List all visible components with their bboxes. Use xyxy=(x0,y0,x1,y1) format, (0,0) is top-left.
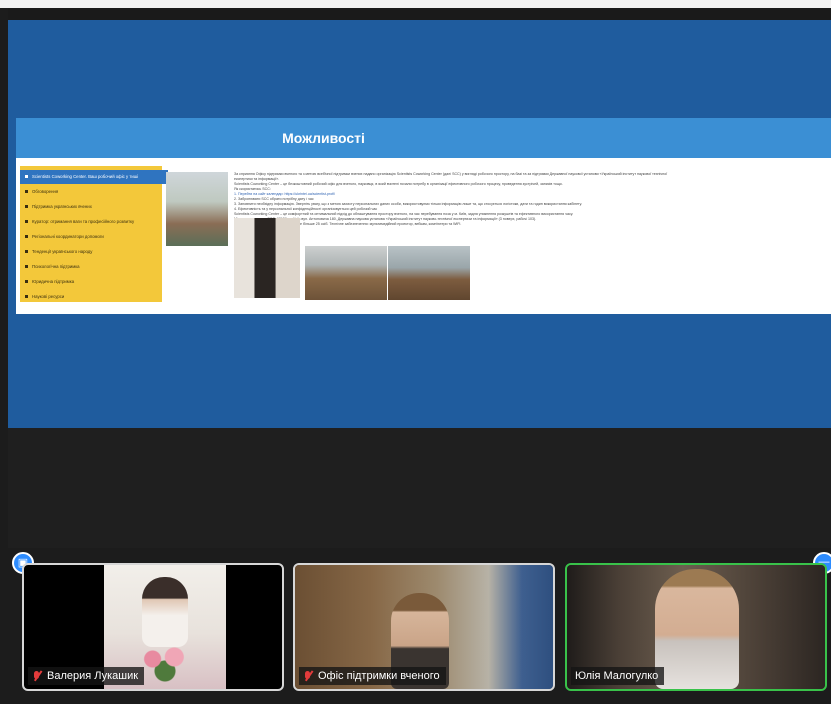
coworking-photo-door xyxy=(234,218,300,298)
muted-microphone-icon xyxy=(32,670,42,682)
bullet-icon xyxy=(25,220,28,223)
shared-screen-topbar xyxy=(8,8,831,20)
slide-menu: Scientists Coworking Center. Ваш робочий… xyxy=(20,166,168,304)
bullet-icon xyxy=(25,280,28,283)
participant-name: Юлія Малогулко xyxy=(575,670,659,682)
slide-menu-item: Тенденції українського народу xyxy=(20,245,162,259)
slide-menu-item: Підтримка українських вчених xyxy=(20,200,162,214)
presentation-slide: Можливості Scientists Coworking Center. … xyxy=(16,118,831,314)
participant-name: Валерия Лукашик xyxy=(47,670,139,682)
bullet-icon xyxy=(25,250,28,253)
slide-menu-item: Куратор: отримання ваги та професійного … xyxy=(20,215,162,229)
slide-menu-item: Scientists Coworking Center. Ваш робочий… xyxy=(20,170,168,184)
window-top-strip xyxy=(0,0,831,8)
bullet-icon xyxy=(25,265,28,268)
shared-screen: Можливості Scientists Coworking Center. … xyxy=(8,8,831,428)
muted-microphone-icon xyxy=(303,670,313,682)
slide-menu-item: Юридична підтримка xyxy=(20,275,162,289)
bullet-icon xyxy=(25,235,28,238)
participant-figure xyxy=(142,577,188,647)
participant-name-tag: Валерия Лукашик xyxy=(28,667,145,685)
slide-text-line: Одночасно у SCC можуть перебувати не біл… xyxy=(234,222,462,226)
participant-video-tile[interactable]: Валерия Лукашик xyxy=(22,563,284,691)
participant-name-tag: Юлія Малогулко xyxy=(571,667,665,685)
active-speaker-video-tile[interactable]: Юлія Малогулко xyxy=(565,563,827,691)
bullet-icon xyxy=(25,175,28,178)
bullet-icon xyxy=(25,190,28,193)
slide-menu-item: Регіональні координатори допомоги xyxy=(20,230,162,244)
coworking-photo-room xyxy=(305,246,387,300)
gallery-background xyxy=(8,428,831,548)
slide-menu-item: Психологічна підтримка xyxy=(20,260,162,274)
slide-header: Можливості xyxy=(16,118,831,158)
slide-menu-item: Обговорення xyxy=(20,185,162,199)
participant-video-tile[interactable]: Офіс підтримки вченого xyxy=(293,563,555,691)
coworking-photo-meeting xyxy=(166,172,228,246)
bullet-icon xyxy=(25,205,28,208)
slide-title: Можливості xyxy=(282,130,365,146)
participant-figure xyxy=(655,569,739,689)
slide-text: За сприяння Офісу підтримки вченого та з… xyxy=(234,172,828,227)
bullet-icon xyxy=(25,295,28,298)
coworking-photo-room-2 xyxy=(388,246,470,300)
slide-menu-item: Наукові ресурси xyxy=(20,290,162,304)
participant-name-tag: Офіс підтримки вченого xyxy=(299,667,446,685)
participant-name: Офіс підтримки вченого xyxy=(318,670,440,682)
